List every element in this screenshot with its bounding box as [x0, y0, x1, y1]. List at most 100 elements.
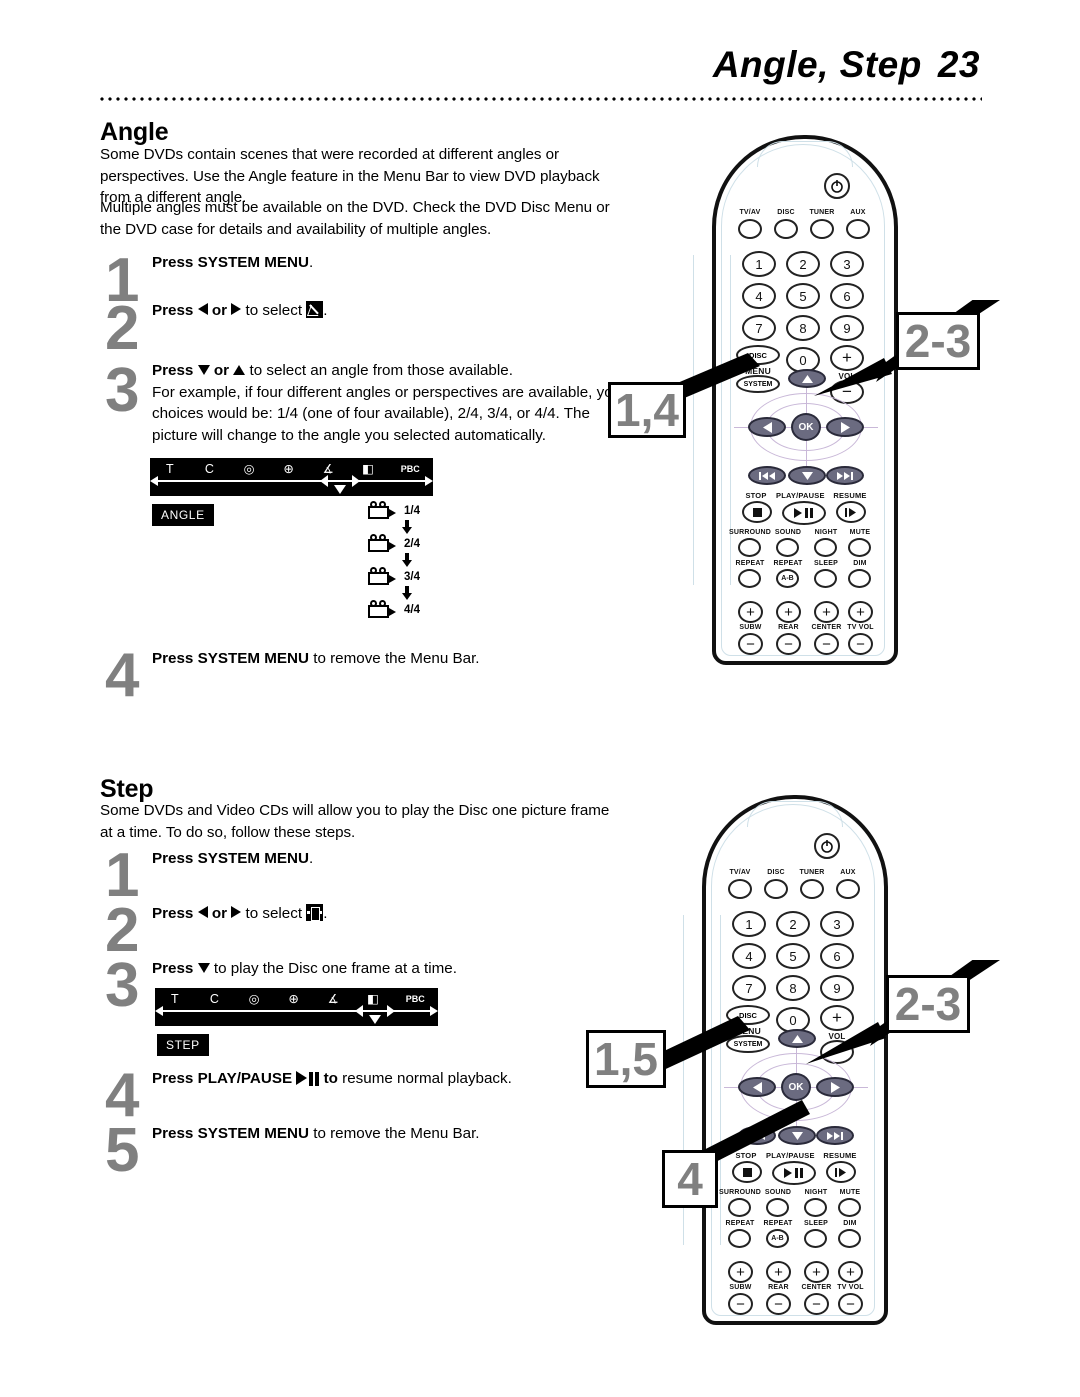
- angle-paragraph-2: Multiple angles must be available on the…: [100, 199, 610, 238]
- osd-icon-repeat: ◎: [243, 462, 255, 476]
- source-label-tv-av: TV/AV: [739, 209, 761, 216]
- angle-option-label: 4/4: [404, 603, 420, 616]
- play-pause-button[interactable]: [782, 501, 826, 525]
- audio2-button-dim-3[interactable]: [838, 1229, 861, 1248]
- level-up-subw[interactable]: +: [738, 601, 763, 623]
- osd-icon-angle: ∡: [327, 992, 339, 1006]
- audio2-button-repeat-1[interactable]: A-B: [776, 569, 799, 588]
- page-title-text: Angle, Step: [712, 44, 922, 85]
- audio2-button-repeat-0[interactable]: [738, 569, 761, 588]
- level-label-tv-vol: TV VOL: [837, 1284, 864, 1291]
- angle-step-4-text: Press SYSTEM MENU to remove the Menu Bar…: [152, 650, 480, 667]
- level-down-subw[interactable]: −: [738, 633, 763, 655]
- keypad-button-1[interactable]: 1: [732, 911, 766, 937]
- source-button-disc[interactable]: [764, 879, 788, 899]
- level-down-center[interactable]: −: [804, 1293, 829, 1315]
- angle-step-3-number: 3: [105, 356, 140, 425]
- resume-button[interactable]: [836, 501, 866, 523]
- angle-step-4-number: 4: [105, 641, 140, 710]
- step-step-3-number: 3: [105, 951, 140, 1020]
- angle-option-label: 2/4: [404, 537, 420, 550]
- level-down-rear[interactable]: −: [766, 1293, 791, 1315]
- keypad-button-1[interactable]: 1: [742, 251, 776, 277]
- source-button-tv-av[interactable]: [728, 879, 752, 899]
- keypad-button-2[interactable]: 2: [786, 251, 820, 277]
- audio2-button-sleep-2[interactable]: [814, 569, 837, 588]
- source-button-tuner[interactable]: [800, 879, 824, 899]
- source-button-disc[interactable]: [774, 219, 798, 239]
- angle-option-label: 1/4: [404, 504, 420, 517]
- level-up-center[interactable]: +: [804, 1261, 829, 1283]
- angle-option-row: 1/4: [368, 494, 420, 534]
- step-osd-badge: STEP: [157, 1034, 209, 1056]
- osd-icon-step: ◧: [366, 992, 379, 1006]
- nav-down-button[interactable]: [788, 466, 826, 485]
- level-label-tv-vol: TV VOL: [847, 624, 874, 631]
- osd-icon-title: T: [170, 991, 179, 1006]
- angle-options-list: 1/4 2/4 3/4 4/4: [368, 494, 420, 626]
- keypad-button-2[interactable]: 2: [776, 911, 810, 937]
- source-label-tuner: TUNER: [799, 869, 825, 876]
- stop-button[interactable]: [742, 501, 772, 523]
- step-osd-menu-bar: T C ◎ ⊕ ∡ ◧ PBC: [155, 988, 438, 1026]
- remote-top-arc: [747, 801, 843, 827]
- source-button-tv-av[interactable]: [738, 219, 762, 239]
- audio2-button-sleep-2[interactable]: [804, 1229, 827, 1248]
- callout-2-3-step: 2-3: [886, 975, 970, 1033]
- level-up-rear[interactable]: +: [776, 601, 801, 623]
- step-step-5-number: 5: [105, 1116, 140, 1185]
- audio-button-night[interactable]: [814, 538, 837, 557]
- level-down-subw[interactable]: −: [728, 1293, 753, 1315]
- audio-label-mute: MUTE: [849, 529, 871, 536]
- previous-button[interactable]: [748, 466, 786, 485]
- camera-icon: [368, 501, 398, 520]
- source-button-aux[interactable]: [836, 879, 860, 899]
- level-down-tv-vol[interactable]: −: [838, 1293, 863, 1315]
- audio2-button-dim-3[interactable]: [848, 569, 871, 588]
- level-down-tv-vol[interactable]: −: [848, 633, 873, 655]
- angle-option-row: 3/4: [368, 560, 420, 600]
- audio2-label-dim-3: DIM: [843, 1220, 857, 1227]
- osd-icon-zoom: ⊕: [288, 992, 299, 1006]
- source-label-disc: DISC: [767, 869, 785, 876]
- audio2-button-repeat-0[interactable]: [728, 1229, 751, 1248]
- callout-1-4: 1,4: [608, 382, 686, 438]
- audio-button-mute[interactable]: [848, 538, 871, 557]
- osd-icon-repeat: ◎: [248, 992, 260, 1006]
- angle-osd-badge: ANGLE: [152, 504, 214, 526]
- angle-option-label: 3/4: [404, 570, 420, 583]
- camera-icon: [368, 567, 398, 586]
- angle-option-row: 4/4: [368, 593, 420, 626]
- level-down-rear[interactable]: −: [776, 633, 801, 655]
- callout-2-3-angle: 2-3: [896, 312, 980, 370]
- audio2-label-dim-3: DIM: [853, 560, 867, 567]
- level-up-center[interactable]: +: [814, 601, 839, 623]
- power-icon[interactable]: [814, 833, 840, 859]
- osd-sel-left-arrow: [355, 1005, 363, 1017]
- power-icon[interactable]: [824, 173, 850, 199]
- level-down-center[interactable]: −: [814, 633, 839, 655]
- audio-button-sound[interactable]: [776, 538, 799, 557]
- osd-icon-step: ◧: [361, 462, 374, 476]
- keypad-button-3[interactable]: 3: [830, 251, 864, 277]
- level-up-tv-vol[interactable]: +: [848, 601, 873, 623]
- angle-step-2-text: Press or to select .: [152, 301, 328, 319]
- header-divider: [98, 97, 982, 101]
- osd-sel-down-arrow: [369, 1015, 381, 1024]
- level-up-tv-vol[interactable]: +: [838, 1261, 863, 1283]
- audio-button-surround[interactable]: [738, 538, 761, 557]
- level-up-subw[interactable]: +: [728, 1261, 753, 1283]
- audio2-button-repeat-1[interactable]: A-B: [766, 1229, 789, 1248]
- source-label-disc: DISC: [777, 209, 795, 216]
- osd-icon-title: T: [165, 461, 174, 476]
- step-osd-icon-row: T C ◎ ⊕ ∡ ◧ PBC: [155, 991, 438, 1007]
- osd-selection-indicator: [320, 475, 360, 494]
- keypad-button-3[interactable]: 3: [820, 911, 854, 937]
- source-button-aux[interactable]: [846, 219, 870, 239]
- next-button[interactable]: [826, 466, 864, 485]
- level-up-rear[interactable]: +: [766, 1261, 791, 1283]
- source-button-tuner[interactable]: [810, 219, 834, 239]
- callout-1-5: 1,5: [586, 1030, 666, 1088]
- step-step-3-text: Press to play the Disc one frame at a ti…: [152, 960, 457, 977]
- angle-step-1-text: Press SYSTEM MENU.: [152, 254, 314, 271]
